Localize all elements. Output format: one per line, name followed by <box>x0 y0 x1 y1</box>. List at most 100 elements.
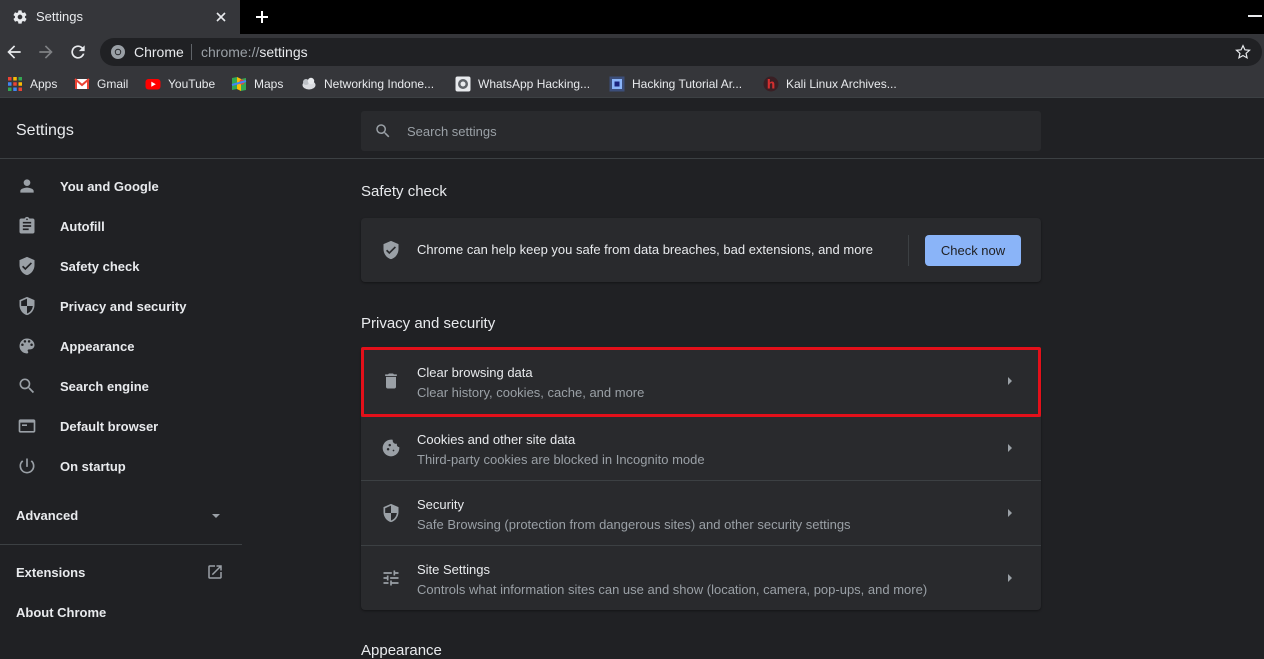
search-input[interactable] <box>407 119 1007 143</box>
sidebar-item-label: Search engine <box>60 379 149 394</box>
browser-window-icon <box>17 416 37 436</box>
sidebar-item-label: Autofill <box>60 219 105 234</box>
row-title: Site Settings <box>417 562 490 577</box>
section-title-privacy: Privacy and security <box>361 315 496 332</box>
bookmark-label: Maps <box>254 77 284 91</box>
clipboard-icon <box>17 216 37 236</box>
bookmark-label: Hacking Tutorial Ar... <box>632 77 743 91</box>
row-subtitle: Clear history, cookies, cache, and more <box>417 385 645 400</box>
safety-check-divider <box>908 235 909 266</box>
row-site-settings[interactable]: Site Settings Controls what information … <box>361 545 1041 610</box>
sidebar-item-autofill[interactable]: Autofill <box>0 206 242 246</box>
section-title-safety-check: Safety check <box>361 183 447 200</box>
row-clear-browsing-data[interactable]: Clear browsing data Clear history, cooki… <box>361 348 1041 413</box>
bookmark-hacking-tutorial[interactable]: Hacking Tutorial Ar... <box>609 76 742 92</box>
row-title: Cookies and other site data <box>417 432 576 447</box>
site-icon <box>609 76 625 92</box>
bookmarks-bar: Apps Gmail YouTube Maps Networking Indon… <box>0 70 1264 98</box>
tab-settings[interactable]: Settings <box>0 0 240 34</box>
row-security[interactable]: Security Safe Browsing (protection from … <box>361 480 1041 545</box>
sidebar-item-you-and-google[interactable]: You and Google <box>0 166 242 206</box>
sidebar-item-label: Safety check <box>60 259 140 274</box>
trash-icon <box>381 371 401 391</box>
youtube-icon <box>145 76 161 92</box>
url-prefix: chrome:// <box>201 44 260 60</box>
palette-icon <box>17 336 37 356</box>
chevron-right-icon <box>1006 376 1014 386</box>
bookmark-label: YouTube <box>168 77 216 91</box>
bookmark-label: Gmail <box>97 77 129 91</box>
sidebar-item-label: Default browser <box>60 419 159 434</box>
bookmark-networking[interactable]: Networking Indone... <box>301 76 434 92</box>
forward-arrow-icon[interactable] <box>36 42 56 62</box>
bookmark-apps[interactable]: Apps <box>7 76 57 92</box>
safety-check-card: Chrome can help keep you safe from data … <box>361 218 1041 282</box>
safety-check-description: Chrome can help keep you safe from data … <box>417 242 873 257</box>
search-icon <box>17 376 37 396</box>
tab-title: Settings <box>36 9 83 24</box>
sliders-icon <box>381 568 401 588</box>
chrome-logo-icon <box>110 44 126 60</box>
omnibox-divider <box>191 44 192 60</box>
chevron-right-icon <box>1006 443 1014 453</box>
sidebar-item-label: You and Google <box>60 179 159 194</box>
chevron-down-icon[interactable] <box>208 509 224 523</box>
bookmark-label: WhatsApp Hacking... <box>478 77 591 91</box>
url-text: chrome://settings <box>201 44 308 60</box>
sidebar-divider <box>0 544 242 545</box>
sidebar-advanced[interactable]: Advanced <box>16 508 78 523</box>
sidebar-item-privacy-and-security[interactable]: Privacy and security <box>0 286 242 326</box>
new-tab-icon[interactable] <box>252 7 272 27</box>
sidebar-item-appearance[interactable]: Appearance <box>0 326 242 366</box>
sidebar-item-safety-check[interactable]: Safety check <box>0 246 242 286</box>
search-icon <box>374 122 392 140</box>
bookmark-youtube[interactable]: YouTube <box>145 76 215 92</box>
close-icon[interactable] <box>212 8 230 26</box>
chevron-right-icon <box>1006 573 1014 583</box>
shield-half-icon <box>381 503 401 523</box>
site-icon: h <box>763 76 779 92</box>
sidebar-item-label: Privacy and security <box>60 299 187 314</box>
bookmark-gmail[interactable]: Gmail <box>74 76 128 92</box>
shield-check-icon <box>381 240 401 260</box>
bookmark-label: Networking Indone... <box>324 77 435 91</box>
bookmark-maps[interactable]: Maps <box>231 76 283 92</box>
cookie-icon <box>381 438 401 458</box>
sidebar-item-label: Appearance <box>60 339 135 354</box>
bookmark-kali-linux[interactable]: h Kali Linux Archives... <box>763 76 897 92</box>
bookmark-whatsapp[interactable]: WhatsApp Hacking... <box>455 76 590 92</box>
url-path: settings <box>259 44 308 60</box>
row-subtitle: Controls what information sites can use … <box>417 582 928 597</box>
sidebar-item-label: On startup <box>60 459 126 474</box>
back-arrow-icon[interactable] <box>4 42 24 62</box>
maps-icon <box>231 76 247 92</box>
row-cookies[interactable]: Cookies and other site data Third-party … <box>361 415 1041 480</box>
sidebar-extensions[interactable]: Extensions <box>16 565 85 580</box>
section-title-appearance: Appearance <box>361 642 442 659</box>
site-icon <box>301 76 317 92</box>
bookmark-label: Apps <box>30 77 58 91</box>
tab-strip: Settings <box>0 0 1264 34</box>
minimize-icon[interactable] <box>1248 15 1262 17</box>
gmail-icon <box>74 76 90 92</box>
row-title: Security <box>417 497 464 512</box>
bookmark-label: Kali Linux Archives... <box>786 77 897 91</box>
check-now-button[interactable]: Check now <box>925 235 1021 266</box>
site-chip-label: Chrome <box>134 44 184 60</box>
privacy-card: Clear browsing data Clear history, cooki… <box>361 348 1041 610</box>
sidebar-item-search-engine[interactable]: Search engine <box>0 366 242 406</box>
settings-header: Settings <box>0 98 1264 159</box>
shield-half-icon <box>17 296 37 316</box>
chevron-right-icon <box>1006 508 1014 518</box>
apps-grid-icon <box>7 76 23 92</box>
bookmark-star-icon[interactable] <box>1234 43 1252 61</box>
sidebar-about-chrome[interactable]: About Chrome <box>16 605 106 620</box>
sidebar-item-default-browser[interactable]: Default browser <box>0 406 242 446</box>
reload-icon[interactable] <box>68 42 88 62</box>
svg-text:h: h <box>767 78 776 92</box>
sidebar-item-on-startup[interactable]: On startup <box>0 446 242 486</box>
gear-icon <box>12 9 28 25</box>
search-box[interactable] <box>361 111 1041 151</box>
open-external-icon[interactable] <box>206 563 224 581</box>
address-bar[interactable]: Chrome chrome://settings <box>100 38 1262 66</box>
